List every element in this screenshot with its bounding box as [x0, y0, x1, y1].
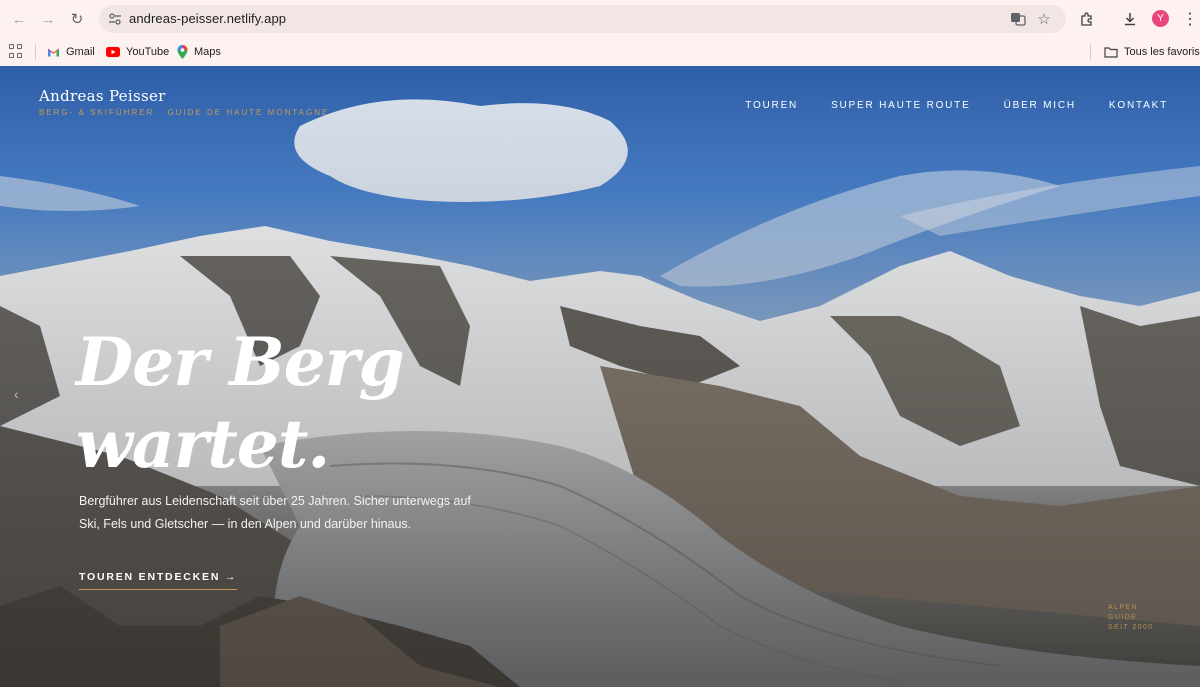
headline-line-2: wartet. [76, 405, 330, 483]
since-badge: ALPEN GUIDE SEIT 2000 [1108, 603, 1154, 633]
maps-icon [177, 45, 188, 59]
bookmark-label: YouTube [126, 46, 170, 58]
bookmark-maps[interactable]: Maps [177, 42, 221, 62]
bookmarks-divider [1090, 44, 1091, 60]
since-badge-line: SEIT 2000 [1108, 624, 1154, 631]
folder-icon [1104, 46, 1118, 58]
hero-headline: Der Berg wartet. [76, 321, 405, 485]
all-bookmarks-folder[interactable]: Tous les favoris [1104, 42, 1200, 62]
since-badge-line: GUIDE [1108, 614, 1138, 621]
bookmark-gmail[interactable]: Gmail [47, 42, 95, 62]
download-icon[interactable] [1119, 8, 1141, 30]
hero-section: Andreas Peisser BERG- & SKIFÜHRER · GUID… [0, 66, 1200, 687]
kebab-menu-icon[interactable]: ⋮ [1179, 8, 1200, 30]
touren-entdecken-button[interactable]: TOUREN ENTDECKEN → [79, 571, 238, 590]
hero-subtext: Bergführer aus Leidenschaft seit über 25… [79, 494, 471, 531]
back-arrow-icon[interactable]: ← [8, 8, 30, 30]
profile-avatar[interactable]: Y [1152, 10, 1169, 27]
reload-icon[interactable]: ↻ [66, 8, 88, 30]
extensions-icon[interactable] [1076, 8, 1098, 30]
url-text[interactable]: andreas-peisser.netlify.app [129, 11, 286, 26]
brand-tagline: BERG- & SKIFÜHRER · GUIDE DE HAUTE MONTA… [39, 108, 330, 117]
bookmarks-divider [35, 44, 36, 60]
site-brand[interactable]: Andreas Peisser BERG- & SKIFÜHRER · GUID… [39, 87, 329, 117]
nav-link-kontakt[interactable]: KONTAKT [1109, 100, 1168, 111]
nav-link-ueber-mich[interactable]: ÜBER MICH [1004, 100, 1076, 111]
browser-chrome: ← → ↻ andreas-peisser.netlify.app ☆ Y ⋮ … [0, 0, 1200, 66]
address-bar[interactable]: andreas-peisser.netlify.app ☆ [99, 5, 1066, 33]
all-bookmarks-label: Tous les favoris [1124, 46, 1200, 58]
main-nav: TOUREN SUPER HAUTE ROUTE ÜBER MICH KONTA… [745, 100, 1168, 111]
nav-link-super-haute-route[interactable]: SUPER HAUTE ROUTE [831, 100, 971, 111]
bookmark-youtube[interactable]: YouTube [106, 42, 169, 62]
gmail-icon [48, 48, 59, 57]
apps-grid-icon[interactable] [9, 44, 23, 58]
forward-arrow-icon[interactable]: → [37, 8, 59, 30]
chevron-left-icon[interactable]: ‹ [14, 386, 19, 402]
headline-line-1: Der Berg [76, 323, 405, 401]
nav-link-touren[interactable]: TOUREN [745, 100, 798, 111]
youtube-icon [106, 47, 120, 57]
bookmark-label: Gmail [66, 46, 95, 58]
since-badge-line: ALPEN [1108, 604, 1138, 611]
bookmarks-bar: Gmail YouTube Maps Tous les favoris [0, 38, 1200, 66]
brand-name[interactable]: Andreas Peisser [39, 87, 329, 105]
bookmark-label: Maps [194, 46, 221, 58]
browser-toolbar: ← → ↻ andreas-peisser.netlify.app ☆ Y ⋮ [0, 0, 1200, 38]
site-info-icon[interactable] [106, 10, 124, 28]
translate-icon[interactable] [1009, 10, 1027, 28]
star-icon[interactable]: ☆ [1035, 10, 1053, 28]
